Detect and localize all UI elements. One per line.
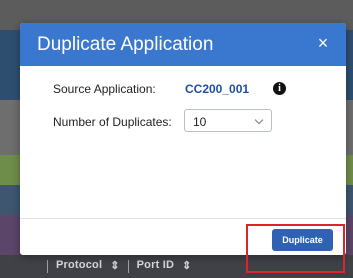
info-icon[interactable]: i — [273, 82, 286, 95]
table-header: Protocol ⇕ Port ID ⇕ — [47, 259, 192, 273]
column-header-protocol[interactable]: Protocol — [56, 259, 102, 273]
dialog-footer: Duplicate — [20, 218, 346, 255]
column-divider — [127, 260, 129, 273]
duplicate-application-dialog: Duplicate Application × Source Applicati… — [20, 23, 346, 255]
column-header-port-id[interactable]: Port ID — [137, 259, 174, 273]
number-of-duplicates-select[interactable]: 10 — [184, 109, 272, 132]
column-divider — [47, 260, 48, 273]
select-value: 10 — [193, 115, 207, 129]
chevron-down-icon — [254, 115, 264, 125]
sort-icon: ⇕ — [110, 260, 120, 272]
source-application-label: Source Application: — [53, 82, 156, 96]
dialog-body: Source Application: CC200_001 i Number o… — [20, 66, 346, 218]
dialog-title: Duplicate Application — [37, 33, 214, 55]
close-icon[interactable]: × — [314, 34, 332, 52]
number-of-duplicates-label: Number of Duplicates: — [53, 115, 172, 129]
source-application-value: CC200_001 — [185, 82, 250, 96]
sort-icon: ⇕ — [182, 260, 192, 272]
duplicate-button[interactable]: Duplicate — [272, 229, 333, 251]
dialog-header: Duplicate Application × — [20, 23, 346, 66]
